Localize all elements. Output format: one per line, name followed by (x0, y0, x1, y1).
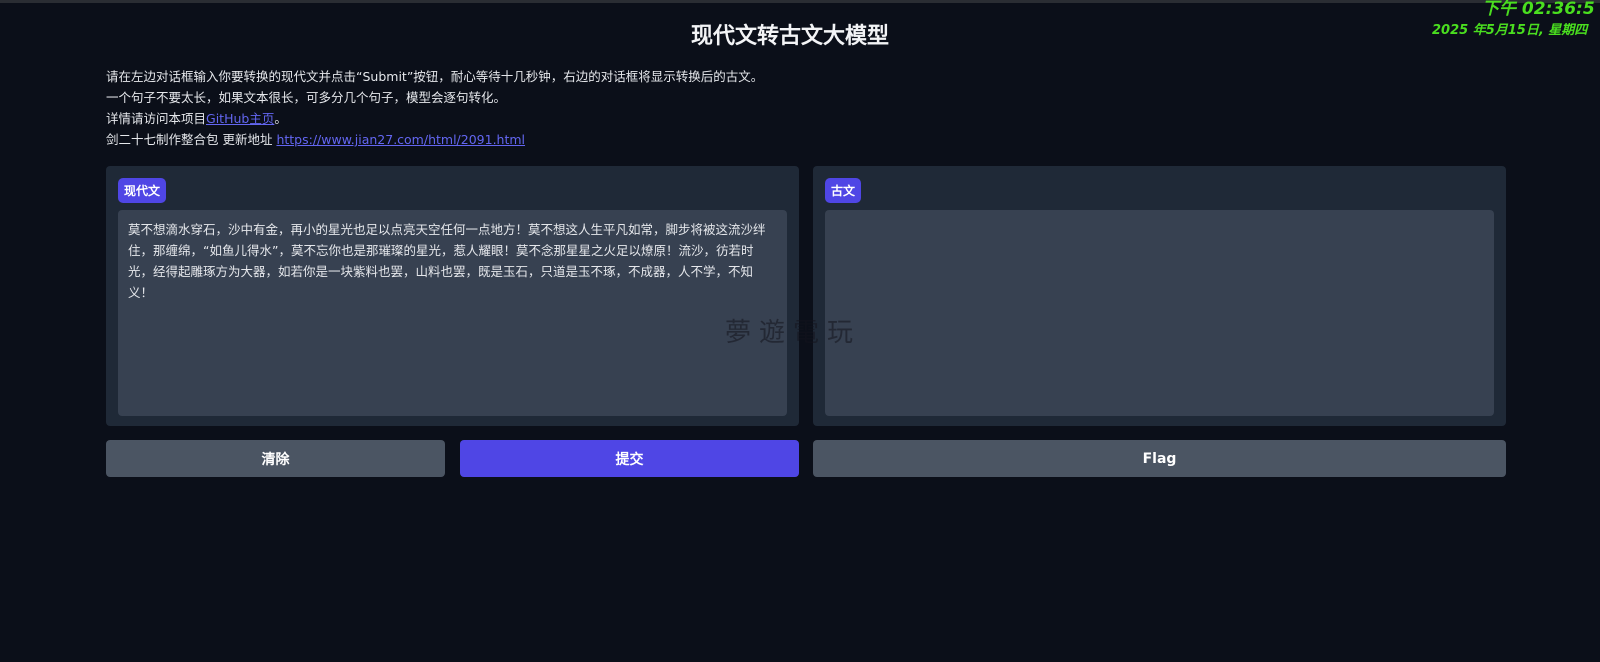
clock-date: 2025 年5月15日, 星期四 (1432, 23, 1588, 38)
watermark: 夢遊電玩 (725, 318, 862, 348)
submit-button[interactable]: 提交 (460, 440, 799, 477)
modern-text-input[interactable]: 莫不想滴水穿石，沙中有金，再小的星光也足以点亮天空任何一点地方！莫不想这人生平凡… (118, 210, 787, 416)
update-url-link[interactable]: https://www.jian27.com/html/2091.html (276, 132, 525, 147)
desc-text: 剑二十七制作整合包 更新地址 (106, 132, 277, 147)
desc-line-4: 剑二十七制作整合包 更新地址 https://www.jian27.com/ht… (106, 129, 763, 150)
clock-overlay: 下午 02:36:5 2025 年5月15日, 星期四 (1412, 0, 1600, 38)
description: 请在左边对话框输入你要转换的现代文并点击“Submit”按钮，耐心等待十几秒钟，… (106, 66, 763, 150)
classical-text-panel: 古文 (813, 166, 1506, 426)
classical-text-output[interactable] (825, 210, 1494, 416)
clock-time: 下午 02:36:5 (1482, 0, 1595, 19)
desc-line-3: 详情请访问本项目GitHub主页。 (106, 108, 763, 129)
modern-text-panel: 现代文 莫不想滴水穿石，沙中有金，再小的星光也足以点亮天空任何一点地方！莫不想这… (106, 166, 799, 426)
flag-button[interactable]: Flag (813, 440, 1506, 477)
desc-line-1: 请在左边对话框输入你要转换的现代文并点击“Submit”按钮，耐心等待十几秒钟，… (106, 69, 764, 84)
modern-text-label: 现代文 (118, 178, 167, 203)
page-title: 现代文转古文大模型 (690, 24, 889, 49)
desc-text: 。 (274, 111, 287, 126)
desc-line-2: 一个句子不要太长，如果文本很长，可多分几个句子，模型会逐句转化。 (106, 90, 507, 105)
classical-text-label: 古文 (825, 178, 862, 203)
clear-button[interactable]: 清除 (106, 440, 445, 477)
desc-text: 详情请访问本项目 (106, 111, 207, 126)
window-top-border (0, 0, 1600, 3)
github-link[interactable]: GitHub主页 (206, 111, 274, 126)
